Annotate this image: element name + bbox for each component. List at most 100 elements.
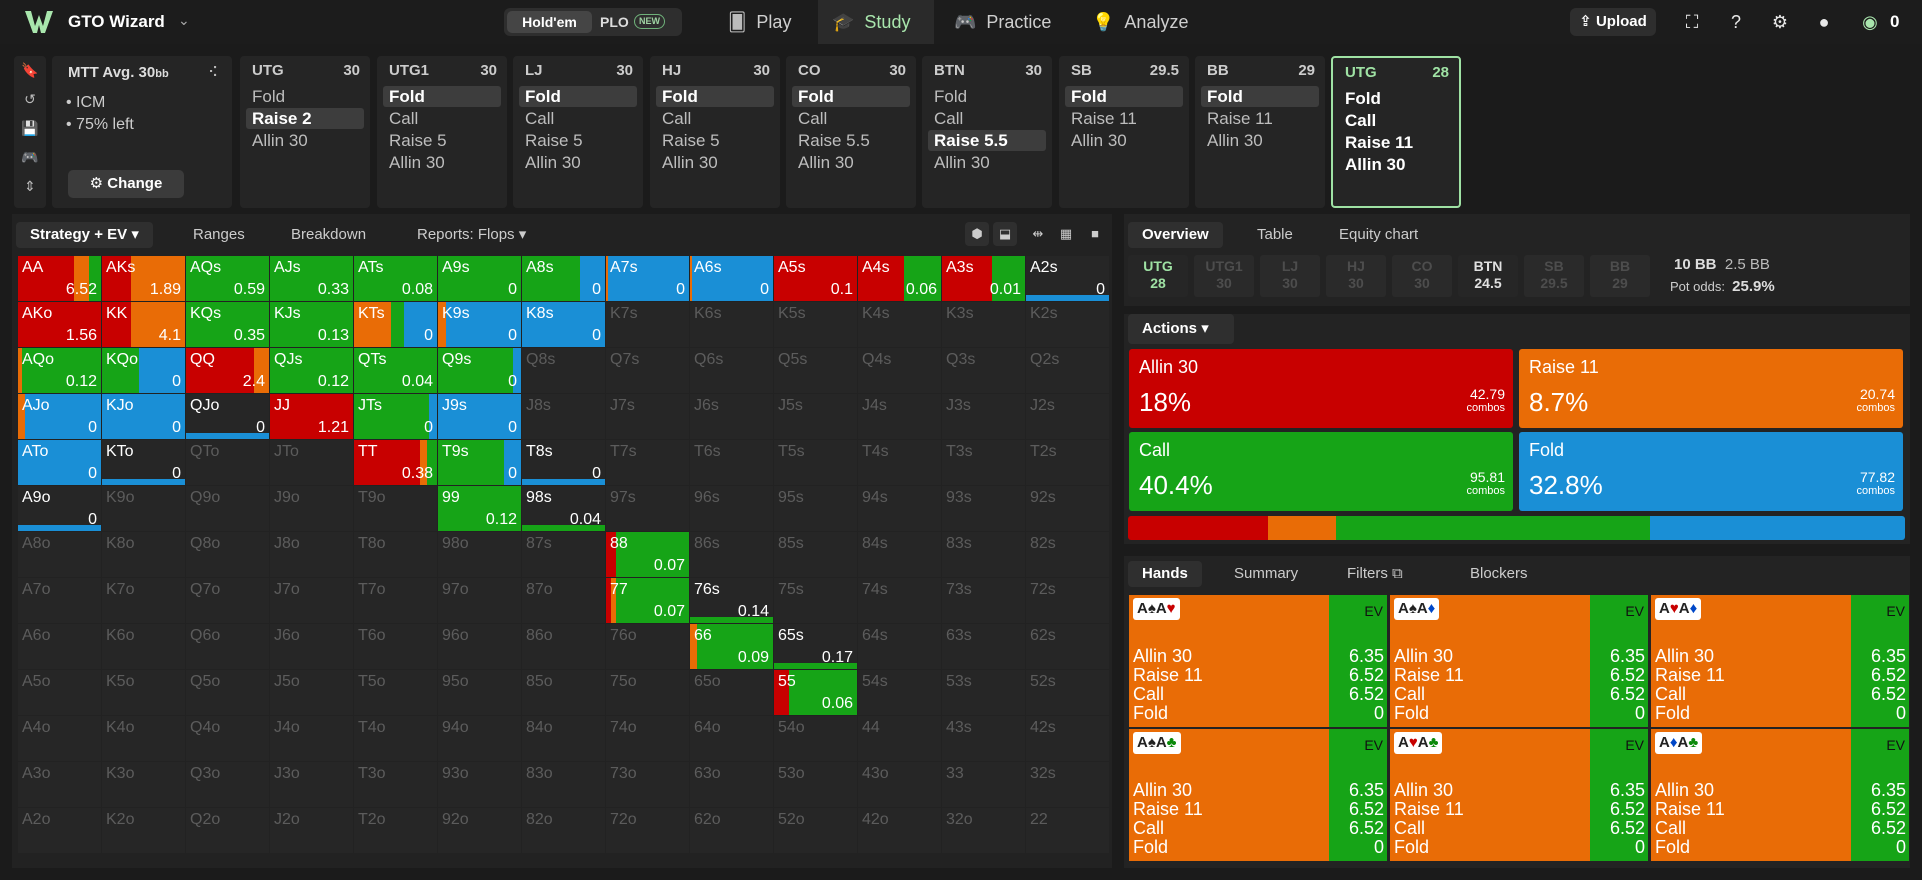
share-icon[interactable]: ⠪ (208, 64, 218, 81)
hand-cell-95s[interactable]: 95s (774, 486, 857, 531)
hand-cell-kjo[interactable]: KJo 0 (102, 394, 185, 439)
hand-cell-94s[interactable]: 94s (858, 486, 941, 531)
gear-icon[interactable]: ⚙ (1768, 10, 1792, 34)
hand-cell-86o[interactable]: 86o (522, 624, 605, 669)
hand-cell-aks[interactable]: AKs 1.89 (102, 256, 185, 301)
card-action[interactable]: Allin 30 (928, 152, 1046, 173)
variant-plo[interactable]: PLO (600, 11, 629, 33)
hand-cell-k7o[interactable]: K7o (102, 578, 185, 623)
hand-cell-76o[interactable]: 76o (606, 624, 689, 669)
hand-cell-85o[interactable]: 85o (522, 670, 605, 715)
card-action[interactable]: Fold (246, 86, 364, 107)
hand-cell-63o[interactable]: 63o (690, 762, 773, 807)
hand-cell-k5s[interactable]: K5s (774, 302, 857, 347)
hand-cell-t2s[interactable]: T2s (1026, 440, 1109, 485)
hand-cell-k3s[interactable]: K3s (942, 302, 1025, 347)
hand-cell-t5o[interactable]: T5o (354, 670, 437, 715)
hand-cell-72o[interactable]: 72o (606, 808, 689, 853)
hand-cell-kto[interactable]: KTo 0 (102, 440, 185, 485)
hand-cell-98o[interactable]: 98o (438, 532, 521, 577)
hand-cell-j9s[interactable]: J9s 0 (438, 394, 521, 439)
hand-cell-86s[interactable]: 86s (690, 532, 773, 577)
hand-cell-99[interactable]: 99 0.12 (438, 486, 521, 531)
action-box-allin-30[interactable]: Allin 30 18% 42.79 combos (1129, 349, 1513, 428)
tab-overview[interactable]: Overview (1128, 222, 1223, 248)
nav-analyze[interactable]: 💡 Analyze (1086, 0, 1216, 44)
hand-cell-t9o[interactable]: T9o (354, 486, 437, 531)
hand-cell-k4s[interactable]: K4s (858, 302, 941, 347)
card-action[interactable]: Allin 30 (1065, 130, 1183, 151)
hand-cell-j6o[interactable]: J6o (270, 624, 353, 669)
hand-cell-t8o[interactable]: T8o (354, 532, 437, 577)
view-compact-icon[interactable]: ⇹ (1026, 222, 1050, 246)
action-card-co[interactable]: CO 30 Fold Call Raise 5.5 Allin 30 (786, 56, 916, 208)
nav-practice[interactable]: 🎮 Practice (944, 0, 1074, 44)
hand-cell-66[interactable]: 66 0.09 (690, 624, 773, 669)
card-action[interactable]: Fold (383, 86, 501, 107)
hand-cell-t6s[interactable]: T6s (690, 440, 773, 485)
actions-dropdown[interactable]: Actions ▾ (1128, 314, 1234, 344)
hand-cell-t2o[interactable]: T2o (354, 808, 437, 853)
hand-cell-k6s[interactable]: K6s (690, 302, 773, 347)
hand-cell-55[interactable]: 55 0.06 (774, 670, 857, 715)
hand-cell-52o[interactable]: 52o (774, 808, 857, 853)
hand-cell-93s[interactable]: 93s (942, 486, 1025, 531)
hand-cell-q8o[interactable]: Q8o (186, 532, 269, 577)
card-action[interactable]: Call (928, 108, 1046, 129)
hand-cell-k4o[interactable]: K4o (102, 716, 185, 761)
hand-cell-t9s[interactable]: T9s 0 (438, 440, 521, 485)
tab-table[interactable]: Table (1257, 222, 1293, 248)
card-action[interactable]: Raise 5 (519, 130, 637, 151)
card-action[interactable]: Fold (1201, 86, 1319, 107)
reset-icon[interactable]: ↺ (14, 85, 46, 114)
card-action[interactable]: Allin 30 (246, 130, 364, 151)
hand-combo-card[interactable]: A♦A♣ EV Allin 30 6.35 Raise 11 6.52 Call 6.52 Fo… (1651, 729, 1909, 861)
nav-study[interactable]: 🎓 Study (818, 0, 934, 44)
hand-cell-53o[interactable]: 53o (774, 762, 857, 807)
hand-cell-j9o[interactable]: J9o (270, 486, 353, 531)
hand-cell-t3s[interactable]: T3s (942, 440, 1025, 485)
action-card-lj[interactable]: LJ 30 Fold Call Raise 5 Allin 30 (513, 56, 643, 208)
hand-cell-k5o[interactable]: K5o (102, 670, 185, 715)
hand-cell-87s[interactable]: 87s (522, 532, 605, 577)
gamepad-icon[interactable]: 🎮 (14, 143, 46, 172)
hand-cell-j8s[interactable]: J8s (522, 394, 605, 439)
hand-cell-j6s[interactable]: J6s (690, 394, 773, 439)
card-action[interactable]: Allin 30 (656, 152, 774, 173)
hand-cell-95o[interactable]: 95o (438, 670, 521, 715)
hand-cell-42o[interactable]: 42o (858, 808, 941, 853)
action-card-utg1[interactable]: UTG1 30 Fold Call Raise 5 Allin 30 (377, 56, 507, 208)
help-icon[interactable]: ? (1724, 10, 1748, 34)
hand-cell-t5s[interactable]: T5s (774, 440, 857, 485)
hand-cell-j2o[interactable]: J2o (270, 808, 353, 853)
user-icon[interactable]: ● (1812, 10, 1836, 34)
hand-cell-64s[interactable]: 64s (858, 624, 941, 669)
tab-blockers[interactable]: Blockers (1470, 561, 1528, 587)
hand-cell-43o[interactable]: 43o (858, 762, 941, 807)
hand-cell-q4s[interactable]: Q4s (858, 348, 941, 393)
hand-cell-93o[interactable]: 93o (438, 762, 521, 807)
hand-cell-74s[interactable]: 74s (858, 578, 941, 623)
hand-cell-97o[interactable]: 97o (438, 578, 521, 623)
tab-filters[interactable]: Filters ⧉ (1347, 561, 1403, 587)
hand-cell-aqo[interactable]: AQo 0.12 (18, 348, 101, 393)
hand-cell-87o[interactable]: 87o (522, 578, 605, 623)
hand-cell-a3s[interactable]: A3s 0.01 (942, 256, 1025, 301)
hand-cell-a4o[interactable]: A4o (18, 716, 101, 761)
hand-cell-a9o[interactable]: A9o 0 (18, 486, 101, 531)
hand-cell-98s[interactable]: 98s 0.04 (522, 486, 605, 531)
action-box-call[interactable]: Call 40.4% 95.81 combos (1129, 432, 1513, 511)
action-box-fold[interactable]: Fold 32.8% 77.82 combos (1519, 432, 1903, 511)
hand-cell-83s[interactable]: 83s (942, 532, 1025, 577)
hand-cell-k9o[interactable]: K9o (102, 486, 185, 531)
card-action[interactable]: Fold (928, 86, 1046, 107)
hand-cell-q7s[interactable]: Q7s (606, 348, 689, 393)
view-circle-icon[interactable]: ⬢ (965, 222, 989, 246)
hand-cell-ats[interactable]: ATs 0.08 (354, 256, 437, 301)
hand-cell-a3o[interactable]: A3o (18, 762, 101, 807)
hand-cell-q2o[interactable]: Q2o (186, 808, 269, 853)
hand-cell-j5s[interactable]: J5s (774, 394, 857, 439)
tab-strategy-ev[interactable]: Strategy + EV ▾ (16, 222, 153, 248)
hand-cell-kqo[interactable]: KQo 0 (102, 348, 185, 393)
hand-cell-j4o[interactable]: J4o (270, 716, 353, 761)
